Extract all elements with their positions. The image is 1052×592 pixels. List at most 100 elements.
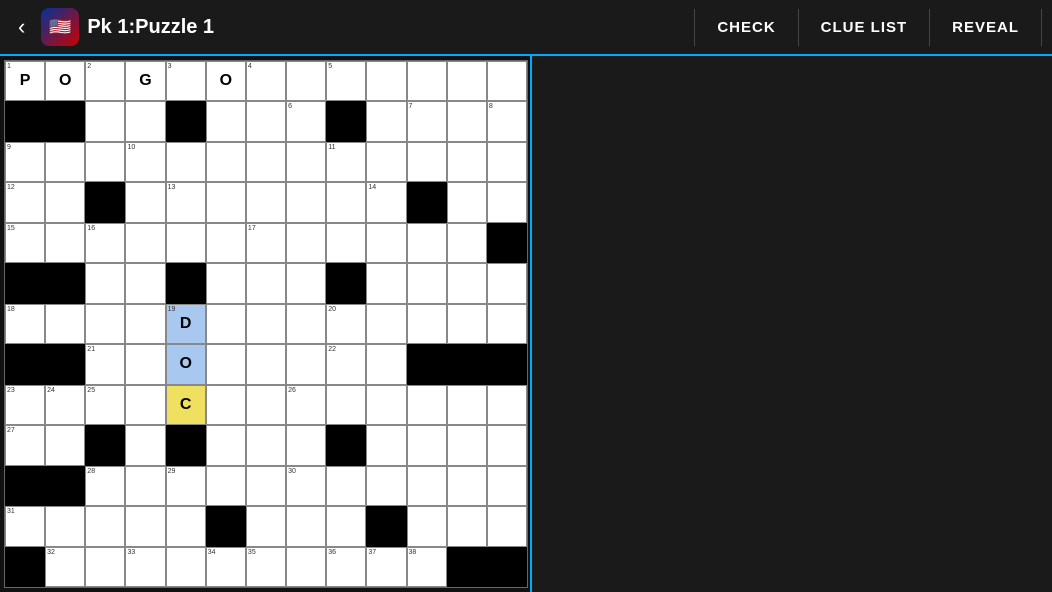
cell-5-9[interactable] <box>366 263 406 303</box>
cell-4-5[interactable] <box>206 223 246 263</box>
cell-9-9[interactable] <box>366 425 406 465</box>
cell-11-10[interactable] <box>407 506 447 546</box>
cell-3-6[interactable] <box>246 182 286 222</box>
cell-4-7[interactable] <box>286 223 326 263</box>
cell-10-11[interactable] <box>447 466 487 506</box>
cell-3-7[interactable] <box>286 182 326 222</box>
cell-0-0[interactable]: 1P <box>5 61 45 101</box>
cell-9-0[interactable]: 27 <box>5 425 45 465</box>
cell-12-5[interactable]: 34 <box>206 547 246 587</box>
cell-2-8[interactable]: 11 <box>326 142 366 182</box>
cell-3-11[interactable] <box>447 182 487 222</box>
cell-5-2[interactable] <box>85 263 125 303</box>
cell-5-11[interactable] <box>447 263 487 303</box>
reveal-button[interactable]: REVEAL <box>929 9 1042 46</box>
cell-0-3[interactable]: G <box>125 61 165 101</box>
cell-8-8[interactable] <box>326 385 366 425</box>
cell-10-5[interactable] <box>206 466 246 506</box>
cell-6-8[interactable]: 20 <box>326 304 366 344</box>
cell-1-5[interactable] <box>206 101 246 141</box>
cell-6-12[interactable] <box>487 304 527 344</box>
cell-7-10[interactable] <box>407 344 447 384</box>
cell-3-3[interactable] <box>125 182 165 222</box>
cell-7-9[interactable] <box>366 344 406 384</box>
cell-11-6[interactable] <box>246 506 286 546</box>
cell-9-2[interactable] <box>85 425 125 465</box>
cell-12-9[interactable]: 37 <box>366 547 406 587</box>
cell-7-8[interactable]: 22 <box>326 344 366 384</box>
cell-2-2[interactable] <box>85 142 125 182</box>
cell-11-3[interactable] <box>125 506 165 546</box>
cell-2-6[interactable] <box>246 142 286 182</box>
cell-5-0[interactable] <box>5 263 45 303</box>
cell-5-7[interactable] <box>286 263 326 303</box>
cell-12-8[interactable]: 36 <box>326 547 366 587</box>
cell-7-7[interactable] <box>286 344 326 384</box>
cell-11-4[interactable] <box>166 506 206 546</box>
cell-8-4[interactable]: C <box>166 385 206 425</box>
cell-11-9[interactable] <box>366 506 406 546</box>
cell-2-12[interactable] <box>487 142 527 182</box>
cell-3-8[interactable] <box>326 182 366 222</box>
cell-6-3[interactable] <box>125 304 165 344</box>
cell-9-11[interactable] <box>447 425 487 465</box>
cell-9-10[interactable] <box>407 425 447 465</box>
cell-7-12[interactable] <box>487 344 527 384</box>
cell-1-10[interactable]: 7 <box>407 101 447 141</box>
cell-4-1[interactable] <box>45 223 85 263</box>
cell-6-5[interactable] <box>206 304 246 344</box>
cell-1-8[interactable] <box>326 101 366 141</box>
cell-4-3[interactable] <box>125 223 165 263</box>
cell-1-1[interactable] <box>45 101 85 141</box>
cell-3-2[interactable] <box>85 182 125 222</box>
cell-9-7[interactable] <box>286 425 326 465</box>
check-button[interactable]: CHECK <box>694 9 797 46</box>
cell-6-9[interactable] <box>366 304 406 344</box>
cell-0-7[interactable] <box>286 61 326 101</box>
cell-3-9[interactable]: 14 <box>366 182 406 222</box>
cell-10-1[interactable] <box>45 466 85 506</box>
cell-8-9[interactable] <box>366 385 406 425</box>
cell-7-6[interactable] <box>246 344 286 384</box>
cell-1-0[interactable] <box>5 101 45 141</box>
cell-0-10[interactable] <box>407 61 447 101</box>
cell-1-11[interactable] <box>447 101 487 141</box>
cell-3-0[interactable]: 12 <box>5 182 45 222</box>
cell-5-3[interactable] <box>125 263 165 303</box>
cell-8-0[interactable]: 23 <box>5 385 45 425</box>
cell-10-2[interactable]: 28 <box>85 466 125 506</box>
cell-7-3[interactable] <box>125 344 165 384</box>
cell-11-7[interactable] <box>286 506 326 546</box>
cell-2-11[interactable] <box>447 142 487 182</box>
cell-6-4[interactable]: 19D <box>166 304 206 344</box>
cell-12-3[interactable]: 33 <box>125 547 165 587</box>
cell-8-3[interactable] <box>125 385 165 425</box>
cell-11-2[interactable] <box>85 506 125 546</box>
cell-10-8[interactable] <box>326 466 366 506</box>
cell-10-9[interactable] <box>366 466 406 506</box>
cell-0-9[interactable] <box>366 61 406 101</box>
cell-1-12[interactable]: 8 <box>487 101 527 141</box>
cell-11-8[interactable] <box>326 506 366 546</box>
cell-5-1[interactable] <box>45 263 85 303</box>
cell-10-0[interactable] <box>5 466 45 506</box>
cell-4-11[interactable] <box>447 223 487 263</box>
cell-1-9[interactable] <box>366 101 406 141</box>
cell-6-2[interactable] <box>85 304 125 344</box>
cell-5-12[interactable] <box>487 263 527 303</box>
cell-1-3[interactable] <box>125 101 165 141</box>
cell-6-6[interactable] <box>246 304 286 344</box>
cell-7-4[interactable]: O <box>166 344 206 384</box>
cell-8-1[interactable]: 24 <box>45 385 85 425</box>
cell-10-10[interactable] <box>407 466 447 506</box>
cell-11-5[interactable] <box>206 506 246 546</box>
cell-8-10[interactable] <box>407 385 447 425</box>
cell-12-6[interactable]: 35 <box>246 547 286 587</box>
cell-0-2[interactable]: 2 <box>85 61 125 101</box>
cell-12-12[interactable] <box>487 547 527 587</box>
cell-2-3[interactable]: 10 <box>125 142 165 182</box>
cell-0-5[interactable]: O <box>206 61 246 101</box>
cell-6-11[interactable] <box>447 304 487 344</box>
clue-panel[interactable] <box>530 56 1052 592</box>
cell-12-11[interactable] <box>447 547 487 587</box>
